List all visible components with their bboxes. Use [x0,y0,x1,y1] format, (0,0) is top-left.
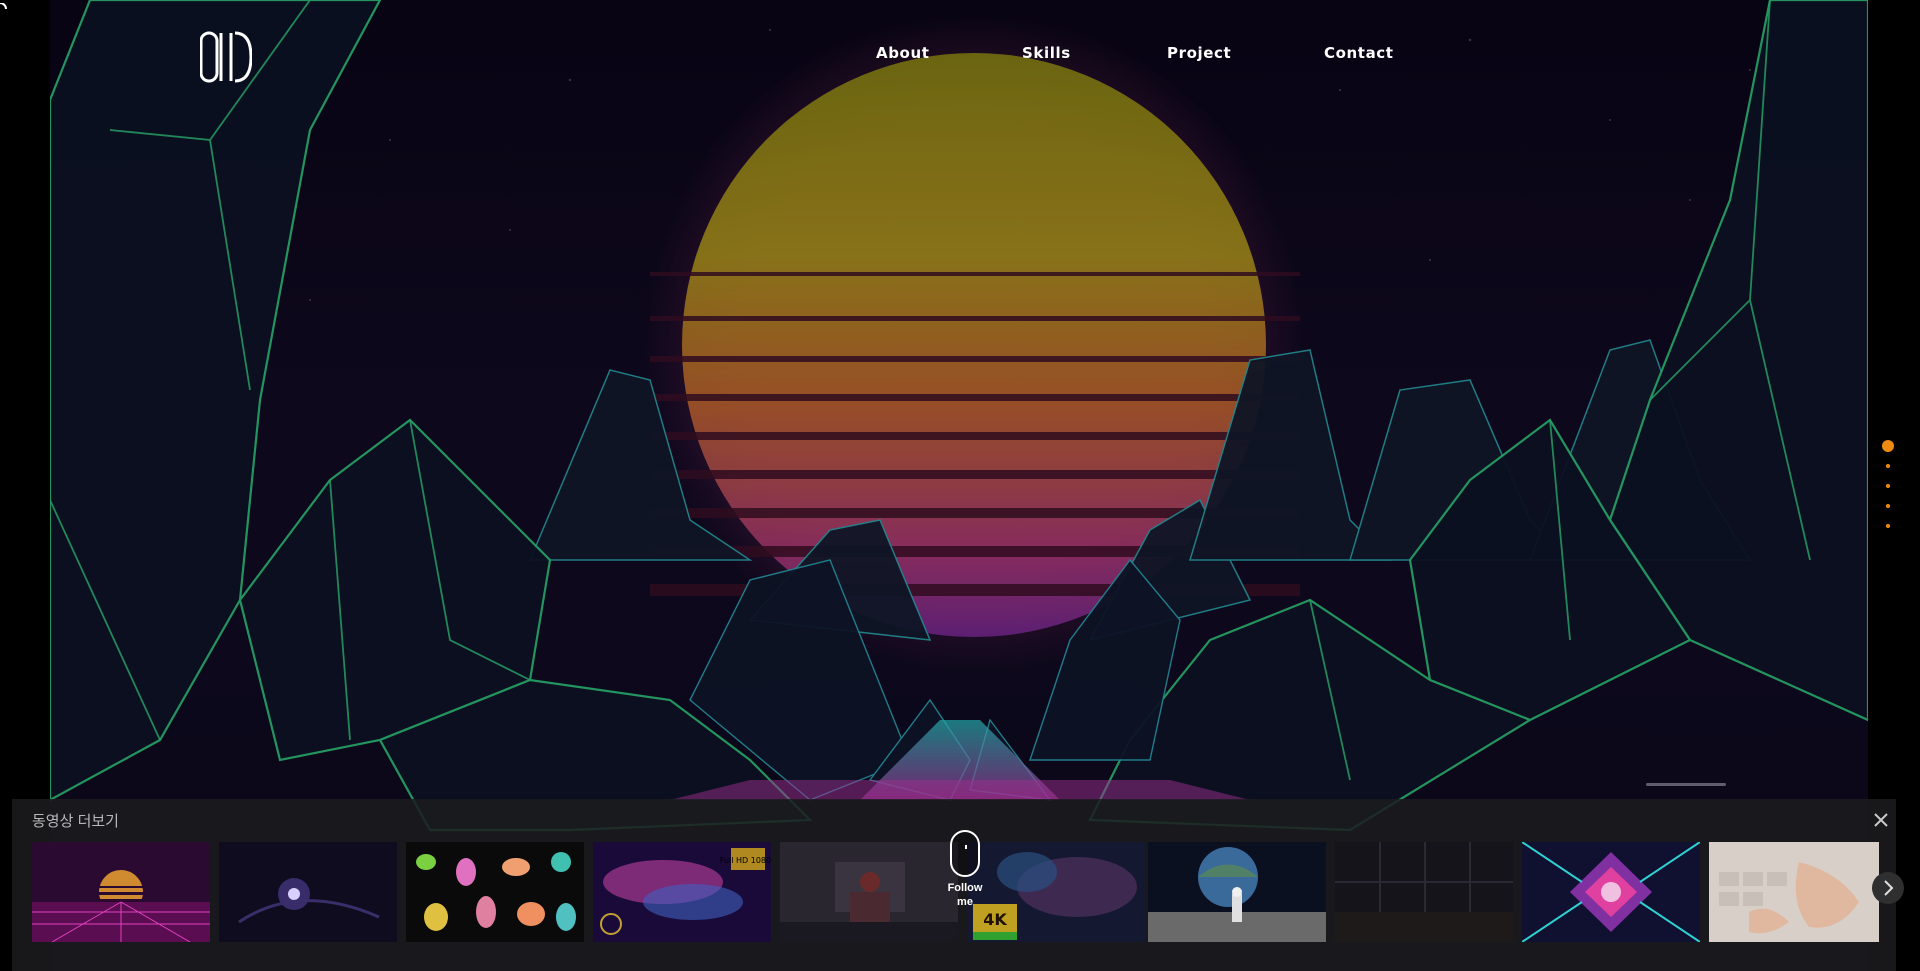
video-thumbnail[interactable] [1522,842,1700,942]
section-indicator [1880,440,1896,540]
nav-project[interactable]: Project [1167,44,1231,62]
scroll-hint[interactable]: Follow me [948,830,984,910]
thumbnail-badge: Full HD 1080p [720,856,771,865]
thumbnail-badge: 4K [983,910,1007,929]
video-thumbnail[interactable] [32,842,210,942]
video-thumbnail[interactable] [1148,842,1326,942]
section-dot-5[interactable] [1886,524,1890,528]
close-icon[interactable] [1870,809,1892,831]
mouse-icon [950,830,980,877]
video-thumbnail[interactable] [1709,842,1879,942]
corner-icon [0,0,10,10]
chevron-right-icon[interactable] [1872,872,1904,904]
more-videos-title: 동영상 더보기 [32,813,119,830]
video-thumbnail[interactable] [1335,842,1513,942]
section-dot-2[interactable] [1886,464,1890,468]
video-thumbnail[interactable]: 4K [967,842,1145,942]
section-dot-4[interactable] [1886,504,1890,508]
mouse-wheel [965,845,967,849]
nav-skills[interactable]: Skills [1022,44,1071,62]
section-dot-1[interactable] [1882,440,1894,452]
nav-about[interactable]: About [876,44,930,62]
video-thumbnail[interactable] [406,842,584,942]
nav-contact[interactable]: Contact [1324,44,1394,62]
video-thumbnail[interactable] [219,842,397,942]
video-thumbnail[interactable] [780,842,958,942]
video-progress-bar [1646,783,1726,786]
scroll-hint-label: Follow me [947,882,983,908]
video-thumbnail[interactable]: Full HD 1080p [593,842,771,942]
page: About Skills Project Contact 동영상 더보기 Ful… [0,0,1920,971]
section-dot-3[interactable] [1886,484,1890,488]
main-nav: About Skills Project Contact [0,44,1920,70]
